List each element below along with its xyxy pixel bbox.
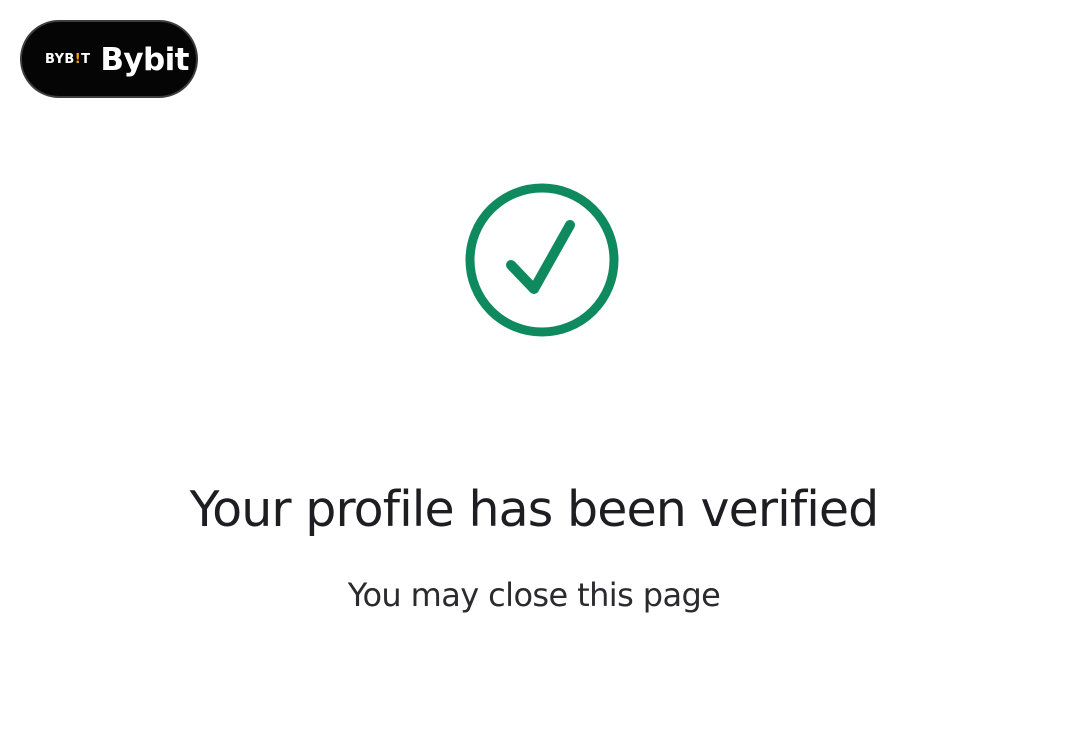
brand-name: Bybit xyxy=(100,41,189,78)
brand-mark-prefix: BYB xyxy=(45,51,75,67)
brand-mark-suffix: T xyxy=(81,51,91,67)
brand-mark: BYB! T xyxy=(45,53,90,66)
verification-title: Your profile has been verified xyxy=(189,481,880,538)
close-page-message: You may close this page xyxy=(347,576,721,614)
brand-logo: BYB! T Bybit xyxy=(20,20,198,98)
check-circle-icon xyxy=(463,181,621,339)
